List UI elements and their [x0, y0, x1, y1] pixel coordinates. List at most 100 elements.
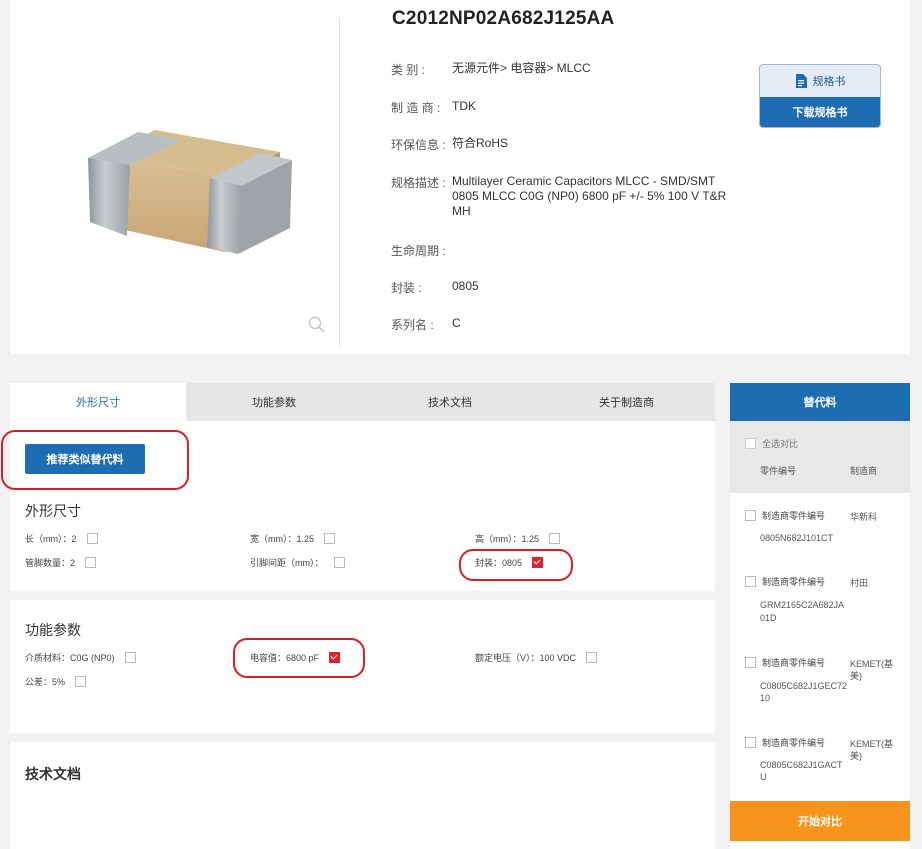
attr-pin-pitch: 引脚间距（mm）： — [250, 556, 345, 569]
alternative-mfr: 华新科 — [850, 512, 878, 522]
start-compare-button[interactable]: 开始对比 — [730, 801, 910, 841]
capacitance-checkbox[interactable] — [329, 652, 341, 663]
attr-package-text: 封装：0805 — [475, 558, 523, 568]
attr-height-text: 高（mm）：1.25 — [475, 534, 540, 544]
attr-dielectric-text: 介质材料：C0G (NP0) — [25, 653, 115, 663]
col-manufacturer: 制造商 — [850, 466, 878, 476]
select-all-label: 全选对比 — [762, 439, 799, 449]
part-number-title: C2012NP02A682J125AA — [392, 8, 615, 29]
datasheet-button[interactable]: 规格书 下载规格书 — [760, 65, 880, 127]
section-title: 外形尺寸 — [25, 503, 81, 519]
attr-voltage-text: 额定电压（V）：100 VDC — [475, 653, 577, 663]
alternatives-panel: 替代料 全选对比 零件编号 制造商 制造商零件编号 华新科 0805N682J1… — [730, 383, 910, 849]
alternative-part[interactable]: C0805C682J1GACT — [760, 760, 843, 770]
tech-docs-card: 技术文档 — [10, 742, 715, 849]
attr-width-text: 宽（mm）：1.25 — [250, 534, 315, 544]
alternative-label: 制造商零件编号 — [762, 577, 826, 587]
alternative-part[interactable]: GRM2165C2A682JA — [760, 600, 844, 610]
attr-pin-pitch-text: 引脚间距（mm）： — [250, 558, 324, 568]
manufacturer-value[interactable]: TDK — [452, 99, 476, 114]
alternative-checkbox[interactable] — [745, 510, 756, 521]
environment-value: 符合RoHS — [452, 136, 509, 150]
alternatives-subheader: 全选对比 零件编号 制造商 — [730, 421, 910, 493]
manufacturer-label: 制 造 商 : — [391, 101, 441, 115]
datasheet-label: 规格书 — [812, 76, 846, 88]
alternative-checkbox[interactable] — [745, 657, 756, 668]
attr-voltage: 额定电压（V）：100 VDC — [475, 651, 598, 664]
select-all[interactable]: 全选对比 — [745, 437, 798, 450]
width-checkbox[interactable] — [324, 533, 336, 544]
height-checkbox[interactable] — [549, 533, 561, 544]
attr-tolerance-text: 公差：5% — [25, 677, 66, 687]
alternative-label: 制造商零件编号 — [762, 738, 826, 748]
alternative-label: 制造商零件编号 — [762, 658, 826, 668]
alternative-checkbox[interactable] — [745, 737, 756, 748]
spec-value: Multilayer Ceramic Capacitors MLCC - SMD… — [452, 174, 727, 218]
document-icon — [795, 74, 807, 88]
attr-length: 长（mm）：2 — [25, 532, 98, 545]
divider — [339, 18, 340, 348]
attr-tolerance: 公差：5% — [25, 675, 87, 688]
voltage-checkbox[interactable] — [586, 652, 598, 663]
category-value[interactable]: 无源元件> 电容器> MLCC — [452, 61, 591, 76]
alternative-part-line2[interactable]: 01D — [760, 613, 777, 623]
alternative-item: 制造商零件编号 KEMET(基 美) C0805C682J1GACT U — [730, 731, 910, 801]
spec-label: 规格描述 : — [391, 176, 446, 190]
pin-count-checkbox[interactable] — [85, 557, 97, 568]
tab-tech-docs[interactable]: 技术文档 — [362, 383, 538, 421]
alternative-label-row: 制造商零件编号 — [745, 736, 825, 749]
product-card: C2012NP02A682J125AA 类 别 : 无源元件> 电容器> MLC… — [10, 0, 910, 354]
datasheet-view[interactable]: 规格书 — [760, 65, 880, 97]
pin-pitch-checkbox[interactable] — [333, 557, 345, 568]
mlcc-capacitor-image — [88, 130, 325, 333]
section-title: 技术文档 — [25, 766, 81, 782]
package-checkbox[interactable] — [532, 557, 544, 568]
alternative-item: 制造商零件编号 华新科 0805N682J101CT — [730, 501, 910, 571]
dimensions-card: 外形尺寸 功能参数 技术文档 关于制造商 推荐类似替代料 外形尺寸 长（mm）：… — [1, 383, 715, 591]
category-label: 类 别 : — [391, 63, 426, 77]
package-value: 0805 — [452, 279, 479, 293]
alternative-label-row: 制造商零件编号 — [745, 656, 825, 669]
attr-dielectric: 介质材料：C0G (NP0) — [25, 651, 136, 664]
series-label: 系列名 : — [391, 318, 434, 332]
magnifier-icon[interactable] — [308, 316, 325, 333]
tolerance-checkbox[interactable] — [75, 676, 87, 687]
alternative-item: 制造商零件编号 KEMET(基 美) C0805C682J1GEC72 10 — [730, 651, 910, 731]
attr-height: 高（mm）：1.25 — [475, 532, 561, 545]
function-params-card: 功能参数 介质材料：C0G (NP0) 电容值：6800 pF 额定电压（V）：… — [10, 600, 715, 733]
attr-capacitance-text: 电容值：6800 pF — [250, 653, 320, 663]
alternative-part-line2[interactable]: 10 — [760, 693, 770, 703]
alternative-mfr-line2: 美) — [850, 751, 862, 761]
tab-about-manufacturer[interactable]: 关于制造商 — [538, 383, 715, 421]
length-checkbox[interactable] — [86, 533, 98, 544]
series-value: C — [452, 316, 461, 330]
attr-package: 封装：0805 — [475, 556, 544, 569]
package-label: 封装 : — [391, 281, 422, 295]
tab-function-params[interactable]: 功能参数 — [186, 383, 362, 421]
environment-label: 环保信息 : — [391, 138, 446, 152]
alternative-part[interactable]: C0805C682J1GEC72 — [760, 681, 847, 691]
alternative-label: 制造商零件编号 — [762, 511, 826, 521]
download-datasheet-button[interactable]: 下载规格书 — [760, 97, 880, 127]
tab-dimensions[interactable]: 外形尺寸 — [10, 383, 186, 421]
product-image[interactable] — [10, 0, 340, 354]
lifecycle-label: 生命周期 : — [391, 244, 446, 258]
alternative-mfr-line2: 美) — [850, 671, 862, 681]
recommend-alternatives-button[interactable]: 推荐类似替代料 — [25, 444, 145, 474]
alternative-item: 制造商零件编号 村田 GRM2165C2A682JA 01D — [730, 570, 910, 650]
alternative-label-row: 制造商零件编号 — [745, 509, 825, 522]
alternative-checkbox[interactable] — [745, 576, 756, 587]
attr-pin-count-text: 管脚数量：2 — [25, 558, 76, 568]
select-all-checkbox[interactable] — [745, 438, 756, 449]
alternatives-header: 替代料 — [730, 383, 910, 421]
alternative-part[interactable]: 0805N682J101CT — [760, 533, 833, 543]
alternative-mfr: 村田 — [850, 578, 869, 588]
attr-length-text: 长（mm）：2 — [25, 534, 77, 544]
alternative-label-row: 制造商零件编号 — [745, 575, 825, 588]
col-part-number: 零件编号 — [760, 466, 797, 476]
alternative-part-line2[interactable]: U — [760, 772, 767, 782]
attr-pin-count: 管脚数量：2 — [25, 556, 97, 569]
dielectric-checkbox[interactable] — [124, 652, 136, 663]
section-title: 功能参数 — [25, 622, 81, 638]
attr-capacitance: 电容值：6800 pF — [250, 651, 341, 664]
